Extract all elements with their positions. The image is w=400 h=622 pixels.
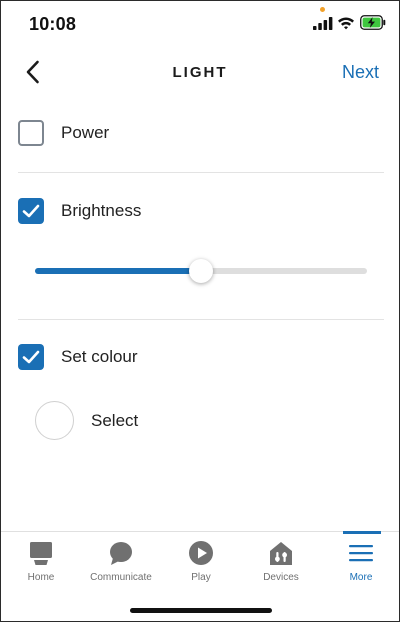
nav-devices-label: Devices bbox=[263, 572, 299, 583]
colour-select[interactable]: Select bbox=[1, 399, 399, 443]
active-tab-indicator bbox=[343, 531, 381, 534]
checkmark-icon bbox=[22, 350, 40, 364]
brightness-option[interactable]: Brightness bbox=[1, 189, 399, 233]
battery-charging-icon bbox=[360, 15, 386, 30]
wifi-icon bbox=[338, 17, 354, 30]
bottom-navigation: Home Communicate Play Devices More bbox=[1, 531, 399, 591]
status-bar: 10:08 bbox=[1, 1, 399, 47]
nav-communicate[interactable]: Communicate bbox=[81, 532, 161, 592]
colour-swatch[interactable] bbox=[35, 401, 74, 440]
nav-devices[interactable]: Devices bbox=[241, 532, 321, 592]
divider bbox=[18, 172, 384, 173]
privacy-indicator-dot bbox=[320, 7, 325, 12]
set-colour-checkbox[interactable] bbox=[18, 344, 44, 370]
nav-more-label: More bbox=[349, 572, 373, 583]
divider bbox=[18, 319, 384, 320]
nav-home-label: Home bbox=[27, 572, 55, 583]
checkmark-icon bbox=[22, 204, 40, 218]
brightness-label: Brightness bbox=[61, 201, 142, 220]
power-option[interactable]: Power bbox=[1, 111, 399, 155]
set-colour-label: Set colour bbox=[61, 347, 138, 366]
top-bar: LIGHT Next bbox=[1, 47, 399, 97]
brightness-checkbox[interactable] bbox=[18, 198, 44, 224]
page-title: LIGHT bbox=[172, 64, 228, 81]
nav-play[interactable]: Play bbox=[161, 532, 241, 592]
brightness-slider[interactable] bbox=[35, 259, 367, 283]
nav-more[interactable]: More bbox=[321, 532, 399, 592]
status-time: 10:08 bbox=[29, 14, 77, 34]
nav-communicate-label: Communicate bbox=[90, 572, 152, 583]
app-screen: 10:08 LIGHT Next Power Brightness Set co… bbox=[0, 0, 400, 622]
home-indicator[interactable] bbox=[130, 608, 272, 613]
chat-bubble-icon bbox=[110, 542, 132, 565]
nav-play-label: Play bbox=[191, 572, 211, 583]
menu-icon bbox=[349, 545, 373, 562]
home-echo-icon bbox=[30, 542, 52, 565]
play-icon bbox=[189, 541, 213, 565]
slider-thumb[interactable] bbox=[189, 259, 213, 283]
slider-fill bbox=[35, 268, 201, 274]
set-colour-option[interactable]: Set colour bbox=[1, 335, 399, 379]
nav-home[interactable]: Home bbox=[1, 532, 81, 592]
devices-house-icon bbox=[270, 542, 292, 565]
power-label: Power bbox=[61, 123, 110, 142]
colour-select-label: Select bbox=[91, 411, 139, 430]
power-checkbox[interactable] bbox=[18, 120, 44, 146]
next-button[interactable]: Next bbox=[342, 62, 379, 83]
signal-icon bbox=[313, 17, 333, 30]
